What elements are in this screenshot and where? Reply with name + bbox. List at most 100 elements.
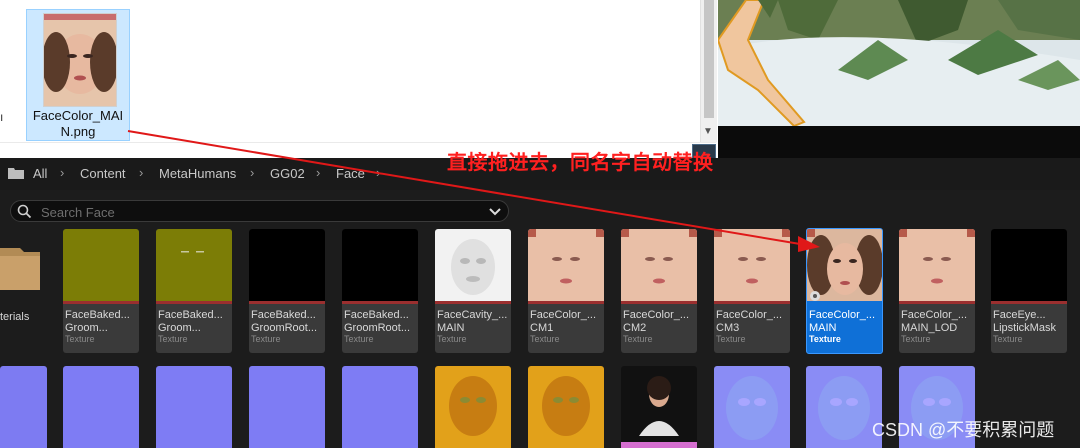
asset-name-2: GroomRoot...	[344, 322, 411, 334]
asset-thumbnail	[342, 229, 418, 301]
asset-type: Texture	[65, 334, 95, 344]
explorer-edge-text: ı	[0, 110, 4, 124]
asset-tile[interactable]: FaceEye... LipstickMask Texture	[991, 229, 1067, 353]
asset-tile-normal[interactable]	[806, 366, 882, 448]
file-name-line1: FaceColor_MAI	[32, 108, 124, 123]
asset-tile-preview[interactable]	[621, 366, 697, 448]
asset-tile-normal[interactable]	[63, 366, 139, 448]
asset-name-2: Groom...	[158, 322, 201, 334]
folder-materials[interactable]: terials	[0, 228, 48, 352]
asset-type-bar	[528, 301, 604, 304]
watermark: CSDN @不要积累问题	[872, 420, 1055, 440]
crumb-all[interactable]: All	[33, 166, 47, 181]
asset-type-bar	[991, 301, 1067, 304]
asset-tile-normal[interactable]	[714, 366, 790, 448]
file-facecolor-main-png[interactable]: FaceColor_MAI N.png	[26, 9, 130, 141]
asset-name-2: CM3	[716, 322, 740, 334]
asset-type-bar	[63, 301, 139, 304]
asset-thumbnail	[899, 229, 975, 301]
gear-icon	[809, 289, 821, 307]
folder-icon	[8, 166, 24, 182]
level-viewport[interactable]	[718, 0, 1080, 126]
chevron-right-icon: ›	[316, 165, 321, 180]
search-bar[interactable]	[10, 200, 509, 222]
asset-name-2: MAIN_LOD	[901, 322, 958, 334]
explorer-scrollbar[interactable]: ▼	[700, 0, 717, 142]
asset-name: FaceEye...	[993, 309, 1046, 321]
asset-tile-normal[interactable]	[156, 366, 232, 448]
chevron-right-icon: ›	[60, 165, 65, 180]
asset-thumbnail	[621, 229, 697, 301]
asset-name-2: MAIN	[437, 322, 465, 334]
asset-thumbnail	[714, 229, 790, 301]
scrollbar-thumb[interactable]	[704, 0, 714, 118]
asset-tile-normal[interactable]	[0, 366, 47, 448]
asset-type-bar	[714, 301, 790, 304]
asset-type: Texture	[158, 334, 188, 344]
asset-name-2: CM2	[623, 322, 647, 334]
asset-tile[interactable]: FaceBaked... Groom... Texture	[156, 229, 232, 353]
asset-tile[interactable]: FaceColor_... CM3 Texture	[714, 229, 790, 353]
asset-name: FaceColor_...	[901, 309, 968, 321]
asset-tile[interactable]: FaceBaked... GroomRoot... Texture	[342, 229, 418, 353]
asset-tile-normal[interactable]	[249, 366, 325, 448]
asset-name: FaceBaked...	[344, 309, 409, 321]
asset-type-bar	[156, 301, 232, 304]
asset-tile[interactable]: FaceColor_... CM1 Texture	[528, 229, 604, 353]
asset-type-bar	[342, 301, 418, 304]
asset-tile[interactable]: FaceColor_... MAIN_LOD Texture	[899, 229, 975, 353]
asset-name-2: CM1	[530, 322, 554, 334]
asset-thumbnail	[528, 229, 604, 301]
chevron-right-icon: ›	[376, 165, 381, 180]
asset-type-bar	[435, 301, 511, 304]
asset-type-bar	[899, 301, 975, 304]
asset-type: Texture	[901, 334, 931, 344]
asset-name: FaceBaked...	[251, 309, 316, 321]
asset-thumbnail	[991, 229, 1067, 301]
asset-name-2: LipstickMask	[993, 322, 1056, 334]
folder-icon	[0, 248, 40, 290]
asset-name: FaceColor_...	[623, 309, 690, 321]
chevron-right-icon: ›	[250, 165, 255, 180]
asset-name: FaceBaked...	[158, 309, 223, 321]
crumb-metahumans[interactable]: MetaHumans	[159, 166, 236, 181]
asset-tile[interactable]: FaceCavity_... MAIN Texture	[435, 229, 511, 353]
chevron-right-icon: ›	[139, 165, 144, 180]
folder-label: terials	[0, 311, 30, 323]
asset-name-2: GroomRoot...	[251, 322, 318, 334]
asset-tile[interactable]: FaceBaked... Groom... Texture	[63, 229, 139, 353]
file-thumbnail	[43, 13, 117, 107]
asset-tile-normal[interactable]	[342, 366, 418, 448]
asset-type: Texture	[993, 334, 1023, 344]
asset-type-bar	[621, 301, 697, 304]
asset-thumbnail	[156, 229, 232, 301]
asset-tile-selected[interactable]: FaceColor_... MAIN Texture	[806, 228, 883, 354]
annotation-text: 直接拖进去，同名字自动替换	[447, 152, 714, 174]
crumb-face[interactable]: Face	[336, 166, 365, 181]
asset-tile[interactable]: FaceColor_... CM2 Texture	[621, 229, 697, 353]
asset-name: FaceCavity_...	[437, 309, 508, 321]
asset-tile-orange[interactable]	[528, 366, 604, 448]
chevron-down-icon[interactable]	[489, 205, 501, 223]
viewport-bottom-strip	[718, 126, 1080, 158]
asset-name-2: MAIN	[809, 322, 837, 334]
asset-name: FaceColor_...	[530, 309, 597, 321]
file-name-line2: N.png	[60, 124, 96, 139]
asset-thumbnail	[435, 229, 511, 301]
asset-tile[interactable]: FaceBaked... GroomRoot... Texture	[249, 229, 325, 353]
crumb-content[interactable]: Content	[80, 166, 126, 181]
asset-name: FaceColor_...	[716, 309, 783, 321]
asset-type: Texture	[437, 334, 467, 344]
crumb-gg02[interactable]: GG02	[270, 166, 305, 181]
asset-type: Texture	[344, 334, 374, 344]
asset-type: Texture	[251, 334, 281, 344]
file-name: FaceColor_MAI N.png	[27, 108, 129, 140]
asset-thumbnail	[249, 229, 325, 301]
asset-name: FaceBaked...	[65, 309, 130, 321]
asset-type: Texture	[716, 334, 746, 344]
explorer-window: ı FaceColor_MAI N.png ▼	[0, 0, 718, 158]
search-input[interactable]	[39, 203, 483, 221]
asset-type: Texture	[809, 334, 841, 344]
scroll-down-arrow-icon[interactable]: ▼	[703, 126, 713, 137]
asset-tile-orange[interactable]	[435, 366, 511, 448]
